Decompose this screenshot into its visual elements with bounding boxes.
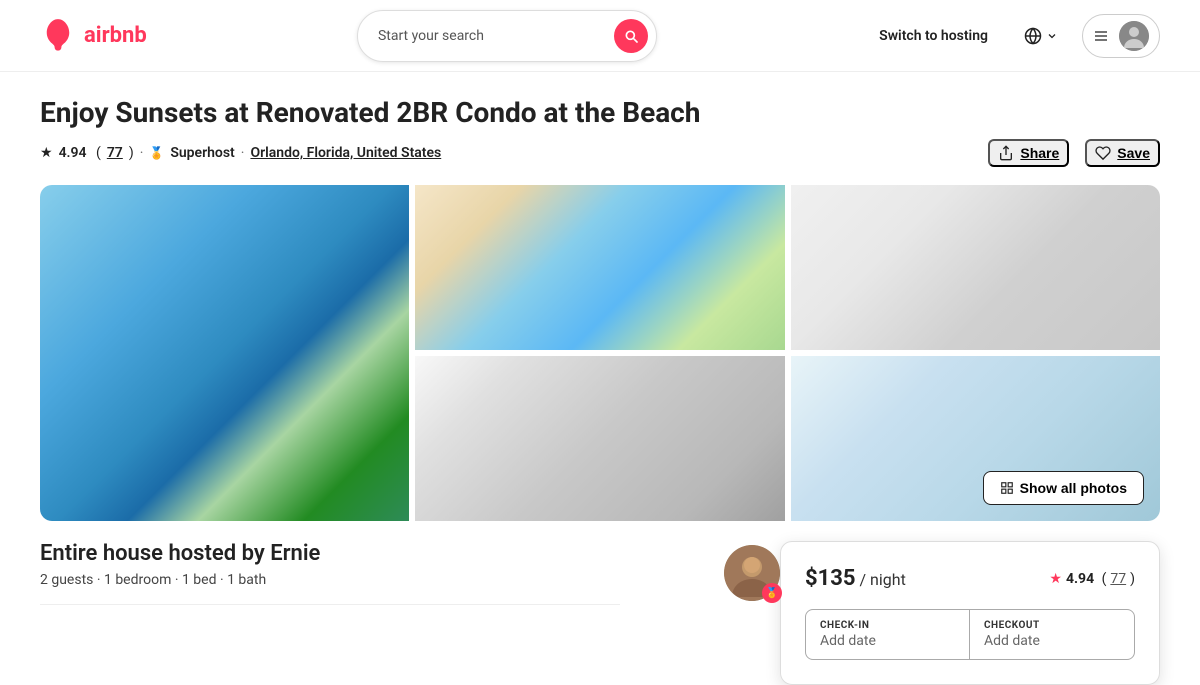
badge-icon: 🏅 (766, 588, 778, 599)
share-label: Share (1020, 145, 1059, 161)
avatar (1119, 21, 1149, 51)
share-button[interactable]: Share (988, 139, 1069, 167)
star-icon: ★ (40, 145, 53, 161)
host-text: Entire house hosted by Ernie 2 guests · … (40, 541, 320, 604)
per-night-label: / night (859, 570, 905, 589)
card-review-open: ( (1098, 571, 1106, 587)
price-area: $135 / night (805, 566, 906, 591)
rating-value: 4.94 (59, 145, 87, 161)
divider (40, 604, 620, 605)
listing-location[interactable]: Orlando, Florida, United States (250, 145, 441, 161)
photo-grid: Show all photos (40, 185, 1160, 521)
superhost-label: Superhost (170, 145, 234, 161)
chevron-down-icon (1046, 30, 1058, 42)
listing-title: Enjoy Sunsets at Renovated 2BR Condo at … (40, 96, 1160, 129)
globe-icon (1024, 27, 1042, 45)
save-button[interactable]: Save (1085, 139, 1160, 167)
listing-meta: ★ 4.94 (77) · 🏅 Superhost · Orlando, Flo… (40, 139, 1160, 167)
user-avatar-icon (1119, 21, 1149, 51)
search-bar[interactable]: Start your search (357, 10, 657, 62)
hamburger-icon (1093, 28, 1109, 44)
search-bar-text: Start your search (378, 28, 602, 44)
language-selector[interactable] (1016, 19, 1066, 53)
review-close-paren: ) (129, 145, 134, 161)
dot-separator-1: · (140, 145, 144, 161)
card-star-icon: ★ (1049, 571, 1062, 587)
checkout-label: CHECKOUT (984, 620, 1120, 631)
meta-right: Share Save (988, 139, 1160, 167)
search-button[interactable] (614, 19, 648, 53)
switch-hosting-link[interactable]: Switch to hosting (867, 20, 1000, 52)
host-superhost-badge: 🏅 (762, 583, 782, 603)
show-all-photos-label: Show all photos (1020, 480, 1127, 496)
host-info: Entire house hosted by Ernie 2 guests · … (40, 541, 780, 605)
checkin-label: CHECK-IN (820, 620, 955, 631)
review-count[interactable]: 77 (107, 145, 123, 161)
bottom-section: Entire house hosted by Ernie 2 guests · … (40, 521, 1160, 685)
dot-separator-2: · (241, 145, 245, 161)
show-all-photos-button[interactable]: Show all photos (983, 471, 1144, 505)
card-rating-value: 4.94 (1066, 571, 1094, 587)
nav-right: Switch to hosting (867, 14, 1160, 58)
checkin-cell[interactable]: CHECK-IN Add date (806, 610, 970, 659)
checkin-value: Add date (820, 633, 955, 649)
host-details: 2 guests · 1 bedroom · 1 bed · 1 bath (40, 572, 320, 588)
photo-3[interactable] (791, 185, 1160, 350)
meta-left: ★ 4.94 (77) · 🏅 Superhost · Orlando, Flo… (40, 145, 441, 161)
price-value: $135 (805, 566, 856, 591)
price-row: $135 / night ★ 4.94 (77) (805, 566, 1135, 591)
user-menu[interactable] (1082, 14, 1160, 58)
superhost-medal-icon: 🏅 (149, 146, 164, 160)
logo-text: airbnb (84, 23, 147, 48)
card-rating: ★ 4.94 (77) (1049, 571, 1135, 587)
save-label: Save (1117, 145, 1150, 161)
airbnb-logo-icon (40, 18, 76, 54)
header: airbnb Start your search Switch to hosti… (0, 0, 1200, 72)
booking-card: $135 / night ★ 4.94 (77) CHECK-IN Add da… (780, 541, 1160, 685)
grid-icon (1000, 481, 1014, 495)
heart-icon (1095, 145, 1111, 161)
main-photo[interactable] (40, 185, 409, 521)
card-review-count[interactable]: 77 (1110, 571, 1126, 587)
review-count-parens: ( (93, 145, 101, 161)
checkout-cell[interactable]: CHECKOUT Add date (970, 610, 1134, 659)
logo[interactable]: airbnb (40, 18, 147, 54)
host-avatar-area: 🏅 (724, 545, 780, 601)
date-grid: CHECK-IN Add date CHECKOUT Add date (805, 609, 1135, 660)
card-review-close: ) (1130, 571, 1135, 587)
photo-2[interactable] (415, 185, 784, 350)
main-content: Enjoy Sunsets at Renovated 2BR Condo at … (0, 72, 1200, 685)
share-icon (998, 145, 1014, 161)
host-title: Entire house hosted by Ernie (40, 541, 320, 566)
checkout-value: Add date (984, 633, 1120, 649)
photo-4[interactable] (415, 356, 784, 521)
search-icon (623, 28, 639, 44)
